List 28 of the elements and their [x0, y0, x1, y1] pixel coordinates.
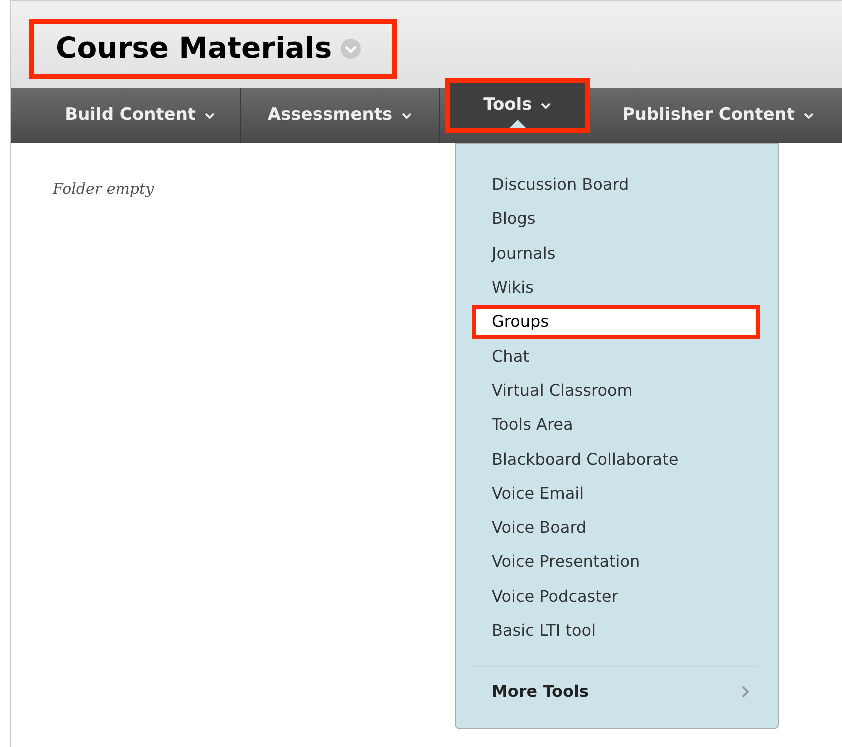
menu-item[interactable]: Voice Board	[472, 510, 760, 546]
menu-item[interactable]: Groups	[472, 305, 760, 340]
menu-item[interactable]: Blackboard Collaborate	[472, 442, 760, 477]
chevron-down-icon	[204, 112, 216, 120]
nav-tab[interactable]: Assessments	[241, 88, 440, 143]
menu-item[interactable]: Voice Email	[472, 476, 760, 511]
chevron-down-icon	[400, 112, 413, 120]
menu-item[interactable]: Journals	[472, 236, 760, 271]
empty-folder-message: Folder empty	[53, 180, 154, 198]
menu-item[interactable]: Wikis	[472, 270, 760, 306]
nav-tab[interactable]: Tools	[445, 78, 590, 133]
menu-item[interactable]: Voice Podcaster	[472, 580, 760, 614]
chevron-down-icon	[803, 112, 816, 120]
menu-item[interactable]: Basic LTI tool	[472, 614, 760, 648]
menu-item[interactable]: Blogs	[472, 202, 760, 237]
page-title: Course Materials	[29, 19, 398, 79]
menu-item[interactable]: Tools Area	[472, 408, 760, 442]
menu-item[interactable]: Voice Presentation	[472, 545, 760, 580]
pointer-icon	[510, 120, 526, 128]
chevron-circle-icon[interactable]	[340, 38, 362, 60]
menu-item[interactable]: Chat	[472, 339, 760, 374]
nav-tab[interactable]: Build Content	[41, 88, 242, 143]
chevron-right-icon	[742, 686, 750, 698]
more-tools-item[interactable]: More Tools	[472, 667, 760, 718]
nav-tab[interactable]: Publisher Content	[595, 88, 842, 143]
chevron-down-icon	[540, 102, 552, 110]
menu-item[interactable]: Virtual Classroom	[472, 374, 760, 408]
menu-item[interactable]: Discussion Board	[472, 168, 760, 202]
